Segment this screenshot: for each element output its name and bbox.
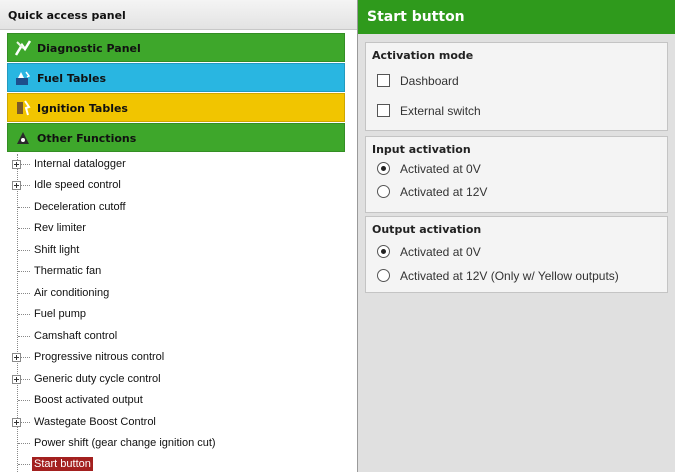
radio-label[interactable]: Activated at 12V (Only w/ Yellow outputs… [400,269,619,283]
category-other-functions[interactable]: Other Functions [7,123,345,152]
settings-panel: Start button Activation mode Dashboard E… [358,0,675,472]
tree-item-label[interactable]: Internal datalogger [32,157,128,171]
output-activation-group: Output activation Activated at 0V Activa… [365,216,668,293]
checkbox-label[interactable]: Dashboard [400,74,459,88]
tree-item-wastegate-boost-control[interactable]: Wastegate Boost Control [0,412,357,433]
activation-mode-group: Activation mode Dashboard External switc… [365,42,668,131]
checkbox-box[interactable] [377,104,390,117]
radio-label[interactable]: Activated at 0V [400,245,481,259]
radio-label[interactable]: Activated at 0V [400,162,481,176]
checkbox-label[interactable]: External switch [400,104,481,118]
quick-access-panel: Quick access panel Diagnostic Panel Fuel… [0,0,358,472]
expand-icon[interactable] [12,160,21,169]
tree-item-label[interactable]: Shift light [32,243,81,257]
radio-button[interactable] [377,245,390,258]
tree-item-label[interactable]: Camshaft control [32,329,119,343]
fuel-icon [16,71,31,85]
radio-button[interactable] [377,162,390,175]
tree-item-label[interactable]: Fuel pump [32,307,88,321]
tree-item-label[interactable]: Power shift (gear change ignition cut) [32,436,218,450]
expand-icon[interactable] [12,353,21,362]
tree-item-label[interactable]: Boost activated output [32,393,145,407]
other-functions-icon [17,132,29,144]
tree-item-label[interactable]: Generic duty cycle control [32,372,163,386]
tree-item-generic-duty-cycle-control[interactable]: Generic duty cycle control [0,369,357,390]
tree-item-shift-light[interactable]: Shift light [0,240,357,261]
category-label: Ignition Tables [37,102,128,115]
tree-item-label[interactable]: Deceleration cutoff [32,200,128,214]
quick-access-header: Quick access panel [0,0,357,30]
tree-item-deceleration-cutoff[interactable]: Deceleration cutoff [0,197,357,218]
category-fuel-tables[interactable]: Fuel Tables [7,63,345,92]
tree-item-label[interactable]: Idle speed control [32,178,123,192]
expand-icon[interactable] [12,375,21,384]
settings-title: Start button [367,9,465,25]
tree-item-internal-datalogger[interactable]: Internal datalogger [0,154,357,175]
radio-button[interactable] [377,185,390,198]
tree-item-label[interactable]: Wastegate Boost Control [32,415,158,429]
category-label: Fuel Tables [37,72,107,85]
diagnostic-icon [14,40,32,56]
tree-item-air-conditioning[interactable]: Air conditioning [0,283,357,304]
group-title: Activation mode [372,49,474,62]
group-title: Input activation [372,143,471,156]
tree-item-rev-limiter[interactable]: Rev limiter [0,218,357,239]
tree-item-label[interactable]: Air conditioning [32,286,111,300]
category-label: Diagnostic Panel [37,42,141,55]
tree-item-label[interactable]: Progressive nitrous control [32,350,166,364]
category-label: Other Functions [37,132,137,145]
radio-label[interactable]: Activated at 12V [400,185,487,199]
tree-item-boost-activated-output[interactable]: Boost activated output [0,390,357,411]
category-ignition-tables[interactable]: Ignition Tables [7,93,345,122]
category-diagnostic-panel[interactable]: Diagnostic Panel [7,33,345,62]
quick-access-title: Quick access panel [8,9,126,22]
settings-header: Start button [358,0,675,34]
checkbox-box[interactable] [377,74,390,87]
ignition-icon [17,100,31,116]
tree-item-power-shift[interactable]: Power shift (gear change ignition cut) [0,433,357,454]
tree-item-label[interactable]: Start button [32,457,93,471]
radio-button[interactable] [377,269,390,282]
tree-item-label[interactable]: Rev limiter [32,221,88,235]
expand-icon[interactable] [12,181,21,190]
tree-item-thermatic-fan[interactable]: Thermatic fan [0,261,357,282]
tree-item-fuel-pump[interactable]: Fuel pump [0,304,357,325]
group-title: Output activation [372,223,482,236]
tree-item-camshaft-control[interactable]: Camshaft control [0,326,357,347]
tree-item-idle-speed-control[interactable]: Idle speed control [0,175,357,196]
tree-item-label[interactable]: Thermatic fan [32,264,103,278]
tree-item-progressive-nitrous-control[interactable]: Progressive nitrous control [0,347,357,368]
input-activation-group: Input activation Activated at 0V Activat… [365,136,668,213]
expand-icon[interactable] [12,418,21,427]
